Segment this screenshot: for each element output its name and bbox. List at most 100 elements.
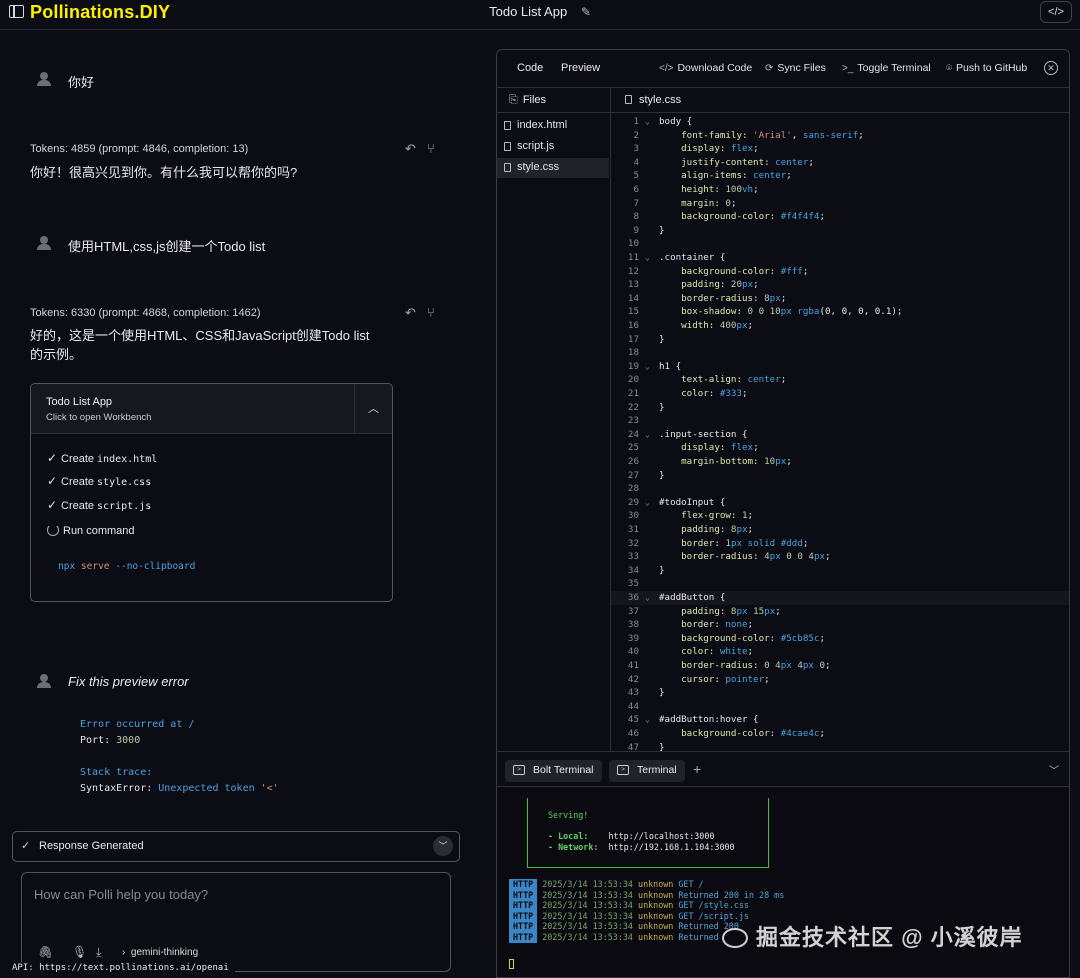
log-who: unknown — [638, 921, 674, 932]
code-line[interactable]: 20 text-align: center; — [611, 373, 1069, 387]
line-number: 32 — [627, 537, 639, 549]
code-line[interactable]: 17} — [611, 333, 1069, 347]
line-number: 7 — [633, 197, 639, 209]
tab-terminal[interactable]: > Terminal — [609, 760, 685, 782]
chevron-down-icon[interactable]: ﹀ — [433, 836, 453, 856]
microphone-icon[interactable]: 🎙 — [72, 945, 87, 959]
code-line[interactable]: 45 ⌄ #addButton:hover { — [611, 713, 1069, 727]
code-line[interactable]: 15 box-shadow: 0 0 10px rgba(0, 0, 0, 0.… — [611, 305, 1069, 319]
artifact-header[interactable]: Todo List App Click to open Workbench ︿ — [31, 384, 392, 434]
download-icon[interactable]: ⤓ — [96, 945, 101, 960]
code-line[interactable]: 33 border-radius: 4px 0 0 4px; — [611, 550, 1069, 564]
code-line[interactable]: 25 display: flex; — [611, 441, 1069, 455]
code-line[interactable]: 10 — [611, 237, 1069, 251]
code-line[interactable]: 36 ⌄ #addButton { — [611, 591, 1069, 605]
code-line[interactable]: 9} — [611, 224, 1069, 238]
code-line[interactable]: 8 background-color: #f4f4f4; — [611, 210, 1069, 224]
code-line[interactable]: 28 — [611, 482, 1069, 496]
editor-tab[interactable]: style.css — [611, 88, 1069, 113]
chevron-down-icon[interactable]: ﹀ — [1049, 762, 1059, 777]
error-syntax-token: '<' — [260, 783, 279, 794]
code-line[interactable]: 35 — [611, 577, 1069, 591]
code-line[interactable]: 6 height: 100vh; — [611, 183, 1069, 197]
code-line[interactable]: 43} — [611, 686, 1069, 700]
code-line[interactable]: 16 width: 400px; — [611, 319, 1069, 333]
close-icon[interactable]: ✕ — [1044, 61, 1058, 75]
tab-code[interactable]: Code — [517, 62, 543, 74]
code-editor[interactable]: style.css 1 ⌄ body {2 font-family: 'Arial'… — [611, 88, 1069, 751]
code-line[interactable]: 42 cursor: pointer; — [611, 673, 1069, 687]
fold-icon[interactable]: ⌄ — [645, 428, 650, 442]
code-line[interactable]: 46 background-color: #4cae4c; — [611, 727, 1069, 741]
code-line[interactable]: 3 display: flex; — [611, 142, 1069, 156]
undo-icon[interactable]: ↶ — [405, 141, 416, 157]
fold-icon[interactable]: ⌄ — [645, 360, 650, 374]
line-number: 14 — [627, 292, 639, 304]
code-line[interactable]: 40 color: white; — [611, 645, 1069, 659]
sync-files-button[interactable]: ⟳ Sync Files — [765, 62, 826, 74]
log-msg: Returned — [678, 932, 719, 942]
code-line[interactable]: 1 ⌄ body { — [611, 115, 1069, 129]
edit-title-icon[interactable]: ✎ — [581, 5, 591, 19]
code-line[interactable]: 44 — [611, 700, 1069, 714]
code-line[interactable]: 21 color: #333; — [611, 387, 1069, 401]
code-line[interactable]: 19 ⌄ h1 { — [611, 360, 1069, 374]
code-line[interactable]: 5 align-items: center; — [611, 169, 1069, 183]
code-token: px — [769, 551, 787, 563]
code-line[interactable]: 39 background-color: #5cb85c; — [611, 632, 1069, 646]
fork-icon[interactable]: ⑂ — [427, 305, 435, 320]
code-line[interactable]: 27} — [611, 469, 1069, 483]
file-item[interactable]: script.js — [497, 137, 609, 157]
code-line[interactable]: 22} — [611, 401, 1069, 415]
fold-icon[interactable]: ⌄ — [645, 713, 650, 727]
code-line[interactable]: 14 border-radius: 8px; — [611, 292, 1069, 306]
code-line[interactable]: 32 border: 1px solid #ddd; — [611, 537, 1069, 551]
code-line[interactable]: 2 font-family: 'Arial', sans-serif; — [611, 129, 1069, 143]
code-token: px solid #ddd — [730, 537, 803, 549]
fork-icon[interactable]: ⑂ — [427, 141, 435, 156]
code-line[interactable]: 24 ⌄ .input-section { — [611, 428, 1069, 442]
code-line[interactable]: 41 border-radius: 0 4px 4px 0; — [611, 659, 1069, 673]
code-line[interactable]: 30 flex-grow: 1; — [611, 509, 1069, 523]
code-area[interactable]: 1 ⌄ body {2 font-family: 'Arial', sans-ser… — [611, 115, 1069, 751]
toggle-terminal-button[interactable]: >_ Toggle Terminal — [842, 62, 931, 74]
code-token: align-items: — [659, 170, 754, 182]
tab-preview[interactable]: Preview — [561, 62, 600, 74]
code-line[interactable]: 34} — [611, 564, 1069, 578]
attach-icon[interactable]: 🖇 — [38, 945, 53, 959]
download-code-button[interactable]: </> Download Code — [659, 62, 752, 74]
code-line[interactable]: 7 margin: 0; — [611, 197, 1069, 211]
fold-icon[interactable]: ⌄ — [645, 115, 650, 129]
file-name: script.js — [517, 140, 555, 152]
tab-bolt-terminal[interactable]: > Bolt Terminal — [505, 760, 602, 782]
code-line[interactable]: 31 padding: 8px; — [611, 523, 1069, 537]
artifact-card[interactable]: Todo List App Click to open Workbench ︿ … — [30, 383, 393, 602]
code-line[interactable]: 13 padding: 20px; — [611, 278, 1069, 292]
file-item[interactable]: style.css — [497, 158, 609, 178]
code-line[interactable]: 4 justify-content: center; — [611, 156, 1069, 170]
code-line[interactable]: 12 background-color: #fff; — [611, 265, 1069, 279]
code-line[interactable]: 18 — [611, 346, 1069, 360]
code-line[interactable]: 29 ⌄ #todoInput { — [611, 496, 1069, 510]
push-github-button[interactable]: ⌾ Push to GitHub — [946, 62, 1027, 74]
toggle-workbench-button[interactable]: </> — [1040, 1, 1072, 23]
undo-icon[interactable]: ↶ — [405, 305, 416, 321]
fold-icon[interactable]: ⌄ — [645, 496, 650, 510]
code-line[interactable]: 38 border: none; — [611, 618, 1069, 632]
code-line[interactable]: 23 — [611, 414, 1069, 428]
code-token: px — [736, 524, 748, 535]
prompt-input[interactable] — [22, 873, 450, 933]
fold-icon[interactable]: ⌄ — [645, 591, 650, 605]
add-terminal-icon[interactable]: + — [693, 761, 701, 777]
model-selector[interactable]: › gemini-thinking — [122, 947, 198, 958]
code-line[interactable]: 37 padding: 8px 15px; — [611, 605, 1069, 619]
code-token: background-color: — [659, 728, 781, 739]
code-line[interactable]: 47} — [611, 741, 1069, 751]
code-line[interactable]: 26 margin-bottom: 10px; — [611, 455, 1069, 469]
code-token: cursor: — [659, 673, 726, 685]
code-line[interactable]: 11 ⌄ .container { — [611, 251, 1069, 265]
fold-icon[interactable]: ⌄ — [645, 251, 650, 265]
response-status-bar[interactable]: ✓ Response Generated ﹀ — [12, 831, 460, 862]
file-item[interactable]: index.html — [497, 116, 609, 136]
chevron-up-icon[interactable]: ︿ — [354, 384, 392, 434]
